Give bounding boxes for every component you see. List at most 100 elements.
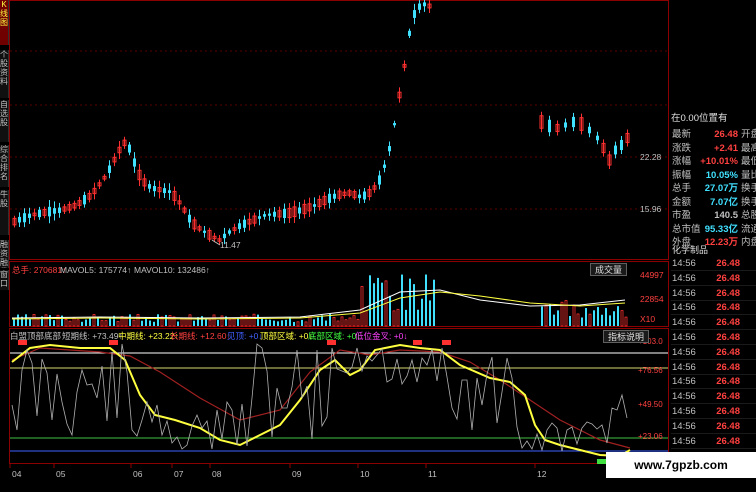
- volume-bar: [36, 318, 40, 327]
- price-axis-label: 15.96: [640, 204, 662, 214]
- top-signal-markers: [18, 340, 609, 464]
- volume-bar: [313, 319, 315, 326]
- tick-time: 14:56: [672, 376, 696, 388]
- tick-row: 14:56 26.48: [671, 286, 756, 301]
- volume-bar: [588, 313, 592, 327]
- side-tab[interactable]: 自选股: [0, 100, 9, 142]
- volume-bar: [273, 320, 275, 326]
- volume-bar: [29, 318, 31, 326]
- volume-bar: [605, 308, 607, 326]
- volume-bar: [257, 314, 259, 326]
- tick-price: 26.48: [716, 376, 740, 388]
- candle-body: [148, 184, 151, 189]
- volume-bar: [217, 320, 219, 326]
- price-axis: 22.28 15.96: [640, 152, 662, 214]
- month-label: 10: [360, 469, 370, 479]
- volume-bar: [228, 319, 232, 327]
- volume-bar: [585, 308, 587, 326]
- volume-bar: [601, 314, 603, 326]
- tick-time: 14:56: [672, 317, 696, 329]
- volume-bar: [569, 316, 571, 326]
- tick-time: 14:56: [672, 272, 696, 284]
- candle-body: [38, 209, 41, 218]
- side-tab[interactable]: 融资融券: [0, 240, 9, 268]
- quote-value: 12.23万: [704, 237, 738, 248]
- stock-chart[interactable]: 22.2815.96 11.47 4499722854X10 +103.0+76…: [0, 0, 756, 487]
- volume-bar: [340, 316, 344, 327]
- volume-bar: [193, 320, 195, 326]
- candle-body: [203, 230, 206, 233]
- volume-bar: [348, 317, 352, 327]
- mid-term-line: [11, 343, 631, 458]
- volume-axis: 44997 22854 X10: [640, 270, 664, 324]
- candle-body: [263, 214, 266, 217]
- volume-bar: [429, 300, 431, 326]
- volume-bar: [321, 315, 323, 326]
- volume-bar: [252, 313, 256, 327]
- tick-time: 14:56: [672, 435, 696, 447]
- volume-bar: [281, 320, 283, 326]
- volume-bar: [581, 317, 583, 326]
- volume-bar: [89, 318, 91, 326]
- month-label: 05: [56, 469, 66, 479]
- tick-time: 14:56: [672, 287, 696, 299]
- volume-bar: [356, 318, 360, 327]
- volume-bar: [389, 295, 391, 326]
- month-label: 07: [174, 469, 184, 479]
- volume-bar: [188, 314, 192, 327]
- volume-bar: [153, 321, 155, 326]
- side-tab[interactable]: K线图: [0, 0, 9, 45]
- tick-price: 26.48: [716, 287, 740, 299]
- chart-stage[interactable]: 22.28 15.96 11.47 44997 22854 X10 +103.0 +76…: [0, 0, 756, 487]
- tick-row: 14:56 26.48: [671, 374, 756, 390]
- month-label: 06: [133, 469, 143, 479]
- volume-bar: [417, 309, 419, 326]
- volume-ma5-label: MAVOL5: 175774↑: [60, 265, 132, 275]
- volume-indicator-button[interactable]: 成交量: [590, 263, 628, 276]
- volume-bar: [132, 319, 136, 327]
- candle-body: [358, 194, 361, 199]
- month-label: 04: [12, 469, 22, 479]
- tick-price: 26.48: [716, 420, 740, 432]
- volume-bar: [332, 317, 336, 327]
- candle-body: [620, 139, 623, 151]
- candlestick-series: [12, 0, 630, 246]
- volume-bar: [116, 321, 120, 327]
- industry-label[interactable]: 化学制品: [672, 243, 708, 257]
- candle-body: [23, 213, 26, 223]
- volume-bar: [76, 319, 80, 327]
- candle-body: [388, 146, 391, 152]
- candle-body: [108, 165, 111, 173]
- tick-time: 14:56: [672, 420, 696, 432]
- volume-ma5-line: [11, 289, 626, 319]
- volume-axis-label: 44997: [640, 270, 664, 280]
- tick-price: 26.48: [716, 258, 740, 269]
- volume-bar: [64, 319, 68, 327]
- volume-bar: [205, 319, 207, 326]
- quote-title: 在0.00位置有: [671, 113, 728, 124]
- watermark: www.7gpzb.com: [606, 452, 756, 478]
- side-tab[interactable]: 牛股: [0, 190, 9, 235]
- volume-bar: [177, 321, 179, 326]
- volume-bar: [405, 309, 407, 326]
- indicator-header-item: 短期线: +73.49↑: [62, 331, 123, 341]
- side-tab[interactable]: 窗口: [0, 270, 9, 290]
- side-tab[interactable]: 个股资料: [0, 50, 9, 98]
- volume-bar: [237, 318, 239, 326]
- volume-bar: [56, 314, 60, 327]
- candle-body: [614, 145, 617, 155]
- volume-bar: [336, 320, 340, 327]
- volume-bar: [576, 313, 580, 327]
- volume-bar: [541, 306, 543, 326]
- side-tab[interactable]: 综合排名: [0, 145, 9, 187]
- indicator-header-item: 见顶: +0↓: [227, 331, 263, 341]
- volume-bar: [100, 320, 104, 327]
- volume-bar: [165, 314, 167, 326]
- indicator-help-button[interactable]: 指标说明: [603, 330, 650, 343]
- candle-body: [238, 223, 241, 230]
- tick-price: 26.48: [716, 435, 740, 447]
- tick-row: 14:56 26.48: [671, 419, 756, 434]
- candle-body: [363, 191, 366, 200]
- tick-time: 14:56: [672, 258, 696, 269]
- volume-bar: [433, 279, 435, 326]
